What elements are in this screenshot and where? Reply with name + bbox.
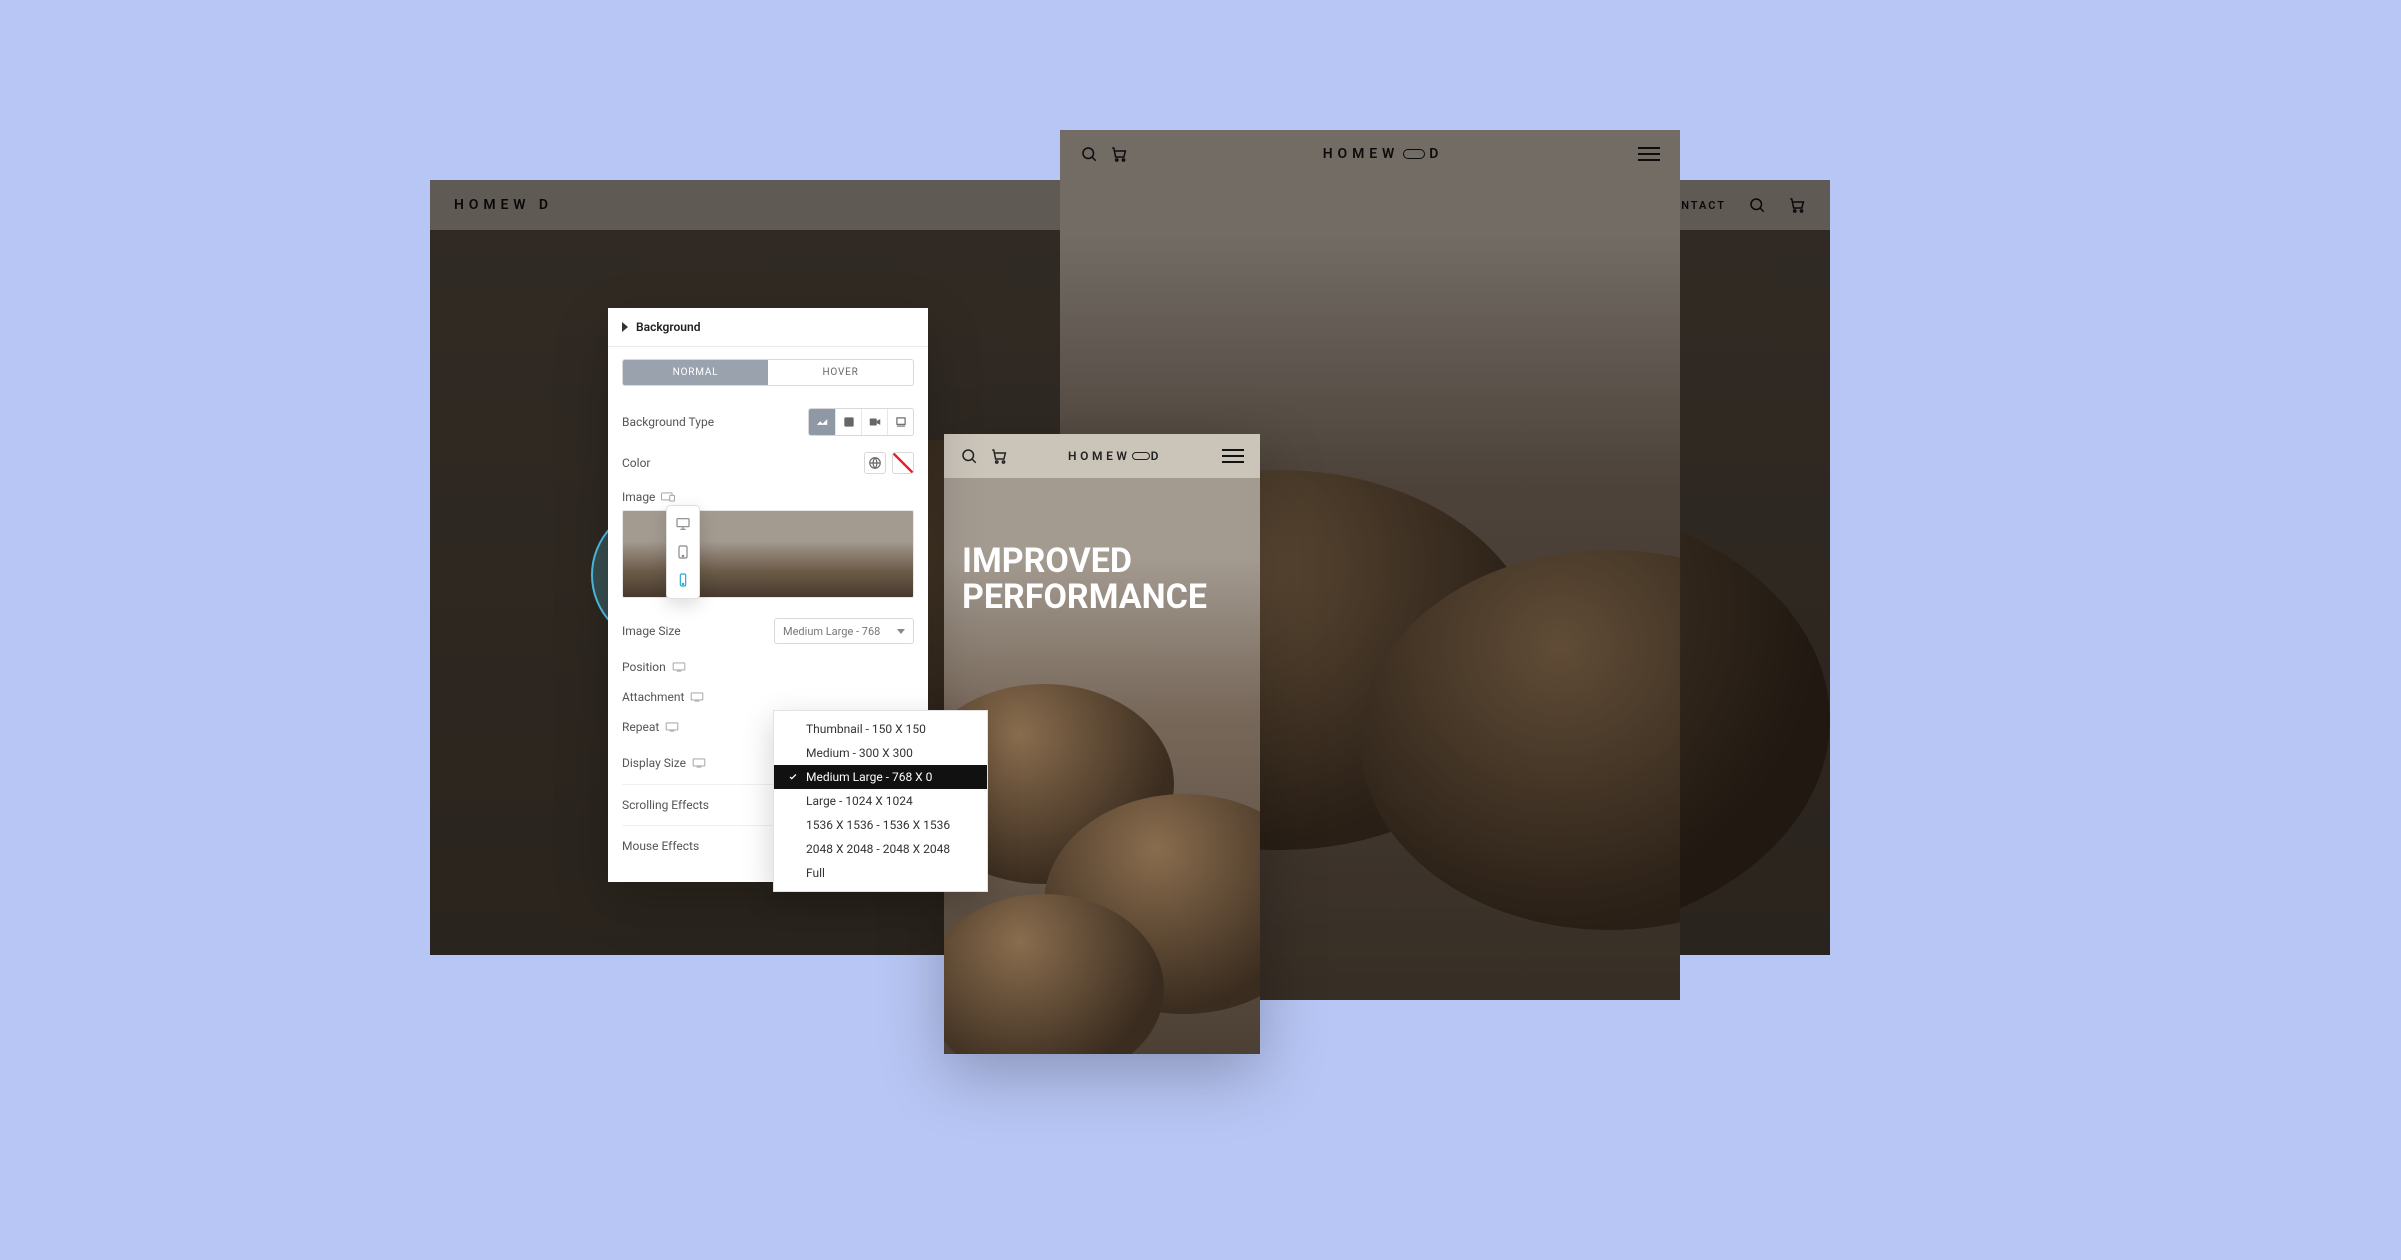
image-size-select[interactable]: Medium Large - 768: [774, 618, 914, 644]
row-image-size: Image Size Medium Large - 768: [622, 610, 914, 652]
desktop-icon[interactable]: [692, 758, 706, 768]
row-attachment: Attachment: [622, 682, 914, 712]
brand-logo: HOMEW D: [454, 197, 553, 213]
option-label: Medium Large - 768 X 0: [806, 770, 932, 784]
option-label: 2048 X 2048 - 2048 X 2048: [806, 842, 950, 856]
image-size-option[interactable]: Thumbnail - 150 X 150: [774, 717, 987, 741]
bg-type-slideshow-button[interactable]: [887, 409, 913, 435]
label-display-size: Display Size: [622, 756, 686, 770]
label-image: Image: [622, 490, 655, 504]
row-background-type: Background Type: [622, 400, 914, 444]
brand-logo: HOMEWD: [1323, 146, 1444, 162]
desktop-icon[interactable]: [672, 662, 686, 672]
menu-icon[interactable]: [1638, 147, 1660, 161]
state-tabs: NORMAL HOVER: [622, 359, 914, 386]
row-image: Image: [622, 482, 914, 506]
search-icon[interactable]: [1748, 196, 1766, 214]
hero-line2: PERFORMANCE: [962, 580, 1207, 616]
bg-type-video-button[interactable]: [861, 409, 887, 435]
label-position: Position: [622, 660, 666, 674]
cart-icon[interactable]: [1788, 196, 1806, 214]
option-label: Full: [806, 866, 825, 880]
panel-title: Background: [636, 320, 700, 334]
label-image-size: Image Size: [622, 624, 681, 638]
option-label: Large - 1024 X 1024: [806, 794, 913, 808]
no-color-button[interactable]: [892, 452, 914, 474]
image-size-option[interactable]: Large - 1024 X 1024: [774, 789, 987, 813]
responsive-devices-popover: [666, 505, 700, 599]
mobile-topbar: HOMEWD: [944, 434, 1260, 478]
tab-hover[interactable]: HOVER: [768, 360, 913, 385]
label-color: Color: [622, 456, 650, 470]
hero-heading: IMPROVED PERFORMANCE: [962, 544, 1207, 615]
tablet-topbar: HOMEWD: [1060, 130, 1680, 178]
bg-type-gradient-button[interactable]: [835, 409, 861, 435]
mobile-preview: HOMEWD IMPROVED PERFORMANCE: [944, 434, 1260, 1054]
desktop-icon[interactable]: [665, 722, 679, 732]
tab-normal[interactable]: NORMAL: [623, 360, 768, 385]
panel-section-header[interactable]: Background: [608, 308, 928, 347]
image-size-option[interactable]: Full: [774, 861, 987, 885]
bg-type-buttons: [808, 408, 914, 436]
cart-icon[interactable]: [1110, 145, 1128, 163]
hero-line1: IMPROVED: [962, 544, 1207, 580]
image-size-option[interactable]: 1536 X 1536 - 1536 X 1536: [774, 813, 987, 837]
cart-icon[interactable]: [990, 447, 1008, 465]
brand-text: HOMEW D: [454, 197, 553, 213]
image-size-value: Medium Large - 768: [783, 625, 880, 638]
label-scrolling-effects: Scrolling Effects: [622, 798, 709, 812]
search-icon[interactable]: [1080, 145, 1098, 163]
image-size-option[interactable]: Medium - 300 X 300: [774, 741, 987, 765]
image-size-dropdown: Thumbnail - 150 X 150 Medium - 300 X 300…: [773, 710, 988, 892]
device-tablet-button[interactable]: [667, 538, 699, 566]
image-size-option[interactable]: Medium Large - 768 X 0: [774, 765, 987, 789]
row-color: Color: [622, 444, 914, 482]
bg-type-classic-button[interactable]: [809, 409, 835, 435]
caret-right-icon: [622, 322, 628, 332]
option-label: 1536 X 1536 - 1536 X 1536: [806, 818, 950, 832]
option-label: Medium - 300 X 300: [806, 746, 913, 760]
device-mobile-button[interactable]: [667, 566, 699, 594]
label-attachment: Attachment: [622, 690, 684, 704]
global-color-button[interactable]: [864, 452, 886, 474]
option-label: Thumbnail - 150 X 150: [806, 722, 926, 736]
device-desktop-button[interactable]: [667, 510, 699, 538]
image-size-option[interactable]: 2048 X 2048 - 2048 X 2048: [774, 837, 987, 861]
label-mouse-effects: Mouse Effects: [622, 839, 699, 853]
brand-logo: HOMEWD: [1068, 449, 1162, 463]
label-bg-type: Background Type: [622, 415, 714, 429]
menu-icon[interactable]: [1222, 449, 1244, 463]
chevron-down-icon: [897, 629, 905, 634]
row-position: Position: [622, 652, 914, 682]
label-repeat: Repeat: [622, 720, 659, 734]
responsive-devices-icon[interactable]: [661, 492, 675, 502]
desktop-icon[interactable]: [690, 692, 704, 702]
search-icon[interactable]: [960, 447, 978, 465]
